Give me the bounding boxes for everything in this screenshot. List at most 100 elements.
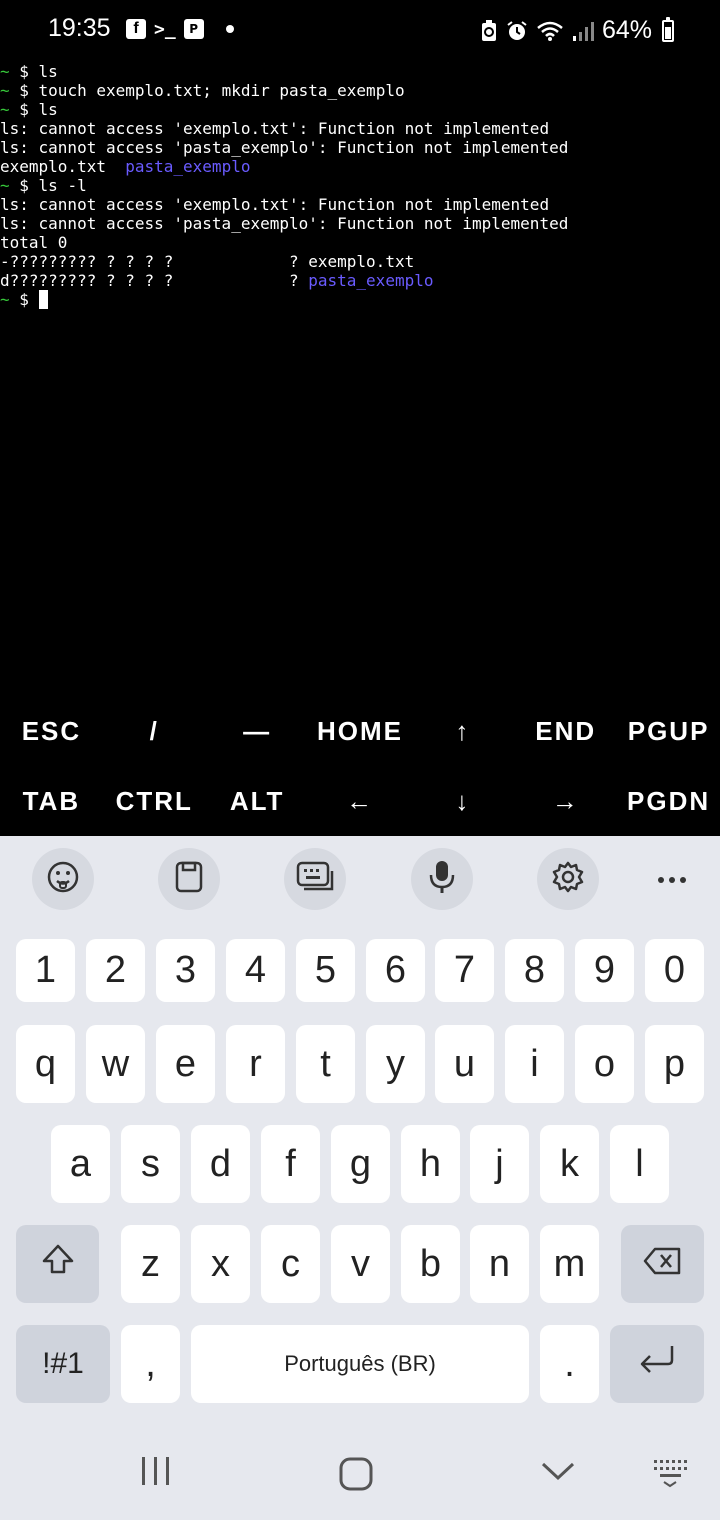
recents-icon[interactable] [136,1454,176,1488]
keyboard-toolbar [0,848,720,914]
esc-key[interactable]: ESC [0,696,103,766]
key-m[interactable]: m [540,1225,599,1303]
extra-keys-row-2: TAB CTRL ALT ← ↓ → PGDN [0,766,720,836]
up-arrow-key[interactable]: ↑ [411,696,514,766]
end-key[interactable]: END [514,696,617,766]
key-f[interactable]: f [261,1125,320,1203]
battery-percent: 64% [601,16,652,44]
output-text: ls: cannot access 'pasta_exemplo': Funct… [0,214,569,233]
pgdn-key[interactable]: PGDN [617,766,720,836]
system-icons: 64% [480,16,674,45]
prompt-tilde: ~ [0,176,10,195]
key-8[interactable]: 8 [505,939,564,1002]
key-a[interactable]: a [51,1125,110,1203]
key-t[interactable]: t [296,1025,355,1103]
microphone-icon [428,859,456,899]
output-text: ls: cannot access 'pasta_exemplo': Funct… [0,138,569,157]
p-app-icon: P [183,19,204,39]
prompt-tilde: ~ [0,81,10,100]
key-n[interactable]: n [470,1225,529,1303]
battery-saver-icon [480,19,498,42]
key-2[interactable]: 2 [86,939,145,1002]
extra-keys-bar: ESC / — HOME ↑ END PGUP TAB CTRL ALT ← ↓… [0,696,720,836]
terminal-line: ls: cannot access 'exemplo.txt': Functio… [0,195,720,214]
key-p[interactable]: p [645,1025,704,1103]
key-q[interactable]: q [16,1025,75,1103]
back-icon[interactable] [538,1454,578,1488]
output-text: ls: cannot access 'exemplo.txt': Functio… [0,195,550,214]
space-bar[interactable]: Português (BR) [191,1325,529,1403]
enter-key[interactable] [610,1325,704,1403]
emoji-button[interactable] [32,848,94,910]
key-r[interactable]: r [226,1025,285,1103]
status-bar: 19:35 f >_ P 64% [0,0,720,60]
key-e[interactable]: e [156,1025,215,1103]
key-x[interactable]: x [191,1225,250,1303]
key-1[interactable]: 1 [16,939,75,1002]
key-o[interactable]: o [575,1025,634,1103]
keyboard-mode-button[interactable] [284,848,346,910]
terminal-output[interactable]: ~ $ ls ~ $ touch exemplo.txt; mkdir pasta… [0,62,720,702]
terminal-line: ~ $ ls [0,100,720,119]
key-4[interactable]: 4 [226,939,285,1002]
key-h[interactable]: h [401,1125,460,1203]
home-icon[interactable] [336,1454,376,1494]
key-6[interactable]: 6 [366,939,425,1002]
keyboard-icon [296,861,334,897]
key-7[interactable]: 7 [435,939,494,1002]
key-0[interactable]: 0 [645,939,704,1002]
symbols-key[interactable]: !#1 [16,1325,110,1403]
alt-key[interactable]: ALT [206,766,309,836]
key-g[interactable]: g [331,1125,390,1203]
ctrl-key[interactable]: CTRL [103,766,206,836]
key-3[interactable]: 3 [156,939,215,1002]
key-z[interactable]: z [121,1225,180,1303]
emoji-icon [46,860,80,898]
prompt-command: $ ls [9,100,58,119]
terminal-line: ls: cannot access 'exemplo.txt': Functio… [0,119,720,138]
key-5[interactable]: 5 [296,939,355,1002]
prompt-command: $ [9,290,39,309]
key-y[interactable]: y [366,1025,425,1103]
prompt-command: $ ls [9,62,58,81]
voice-input-button[interactable] [411,848,473,910]
slash-key[interactable]: / [103,696,206,766]
key-w[interactable]: w [86,1025,145,1103]
home-key[interactable]: HOME [309,696,412,766]
battery-icon [662,16,674,42]
key-v[interactable]: v [331,1225,390,1303]
backspace-key[interactable] [621,1225,704,1303]
left-arrow-key[interactable]: ← [309,766,412,836]
terminal-line: ls: cannot access 'pasta_exemplo': Funct… [0,138,720,157]
key-d[interactable]: d [191,1125,250,1203]
directory-name: pasta_exemplo [308,271,434,290]
key-l[interactable]: l [610,1125,669,1203]
key-u[interactable]: u [435,1025,494,1103]
shift-key[interactable] [16,1225,99,1303]
dash-key[interactable]: — [206,696,309,766]
key-j[interactable]: j [470,1125,529,1203]
key-c[interactable]: c [261,1225,320,1303]
keyboard-settings-button[interactable] [537,848,599,910]
key-i[interactable]: i [505,1025,564,1103]
period-key[interactable]: . [540,1325,599,1403]
down-arrow-key[interactable]: ↓ [411,766,514,836]
right-arrow-key[interactable]: → [514,766,617,836]
clipboard-button[interactable] [158,848,220,910]
terminal-icon: >_ [154,18,176,40]
comma-key[interactable]: , [121,1325,180,1403]
pgup-key[interactable]: PGUP [617,696,720,766]
shift-icon [41,1242,75,1286]
prompt-command: $ ls -l [9,176,87,195]
wifi-icon [536,20,564,42]
key-k[interactable]: k [540,1125,599,1203]
more-icon[interactable] [650,868,694,892]
tab-key[interactable]: TAB [0,766,103,836]
output-text: d????????? ? ? ? ? ? [0,271,309,290]
keyboard-switch-icon[interactable] [650,1454,694,1488]
key-b[interactable]: b [401,1225,460,1303]
key-s[interactable]: s [121,1125,180,1203]
output-text: total 0 [0,233,68,252]
key-9[interactable]: 9 [575,939,634,1002]
terminal-line: ~ $ [0,290,720,309]
